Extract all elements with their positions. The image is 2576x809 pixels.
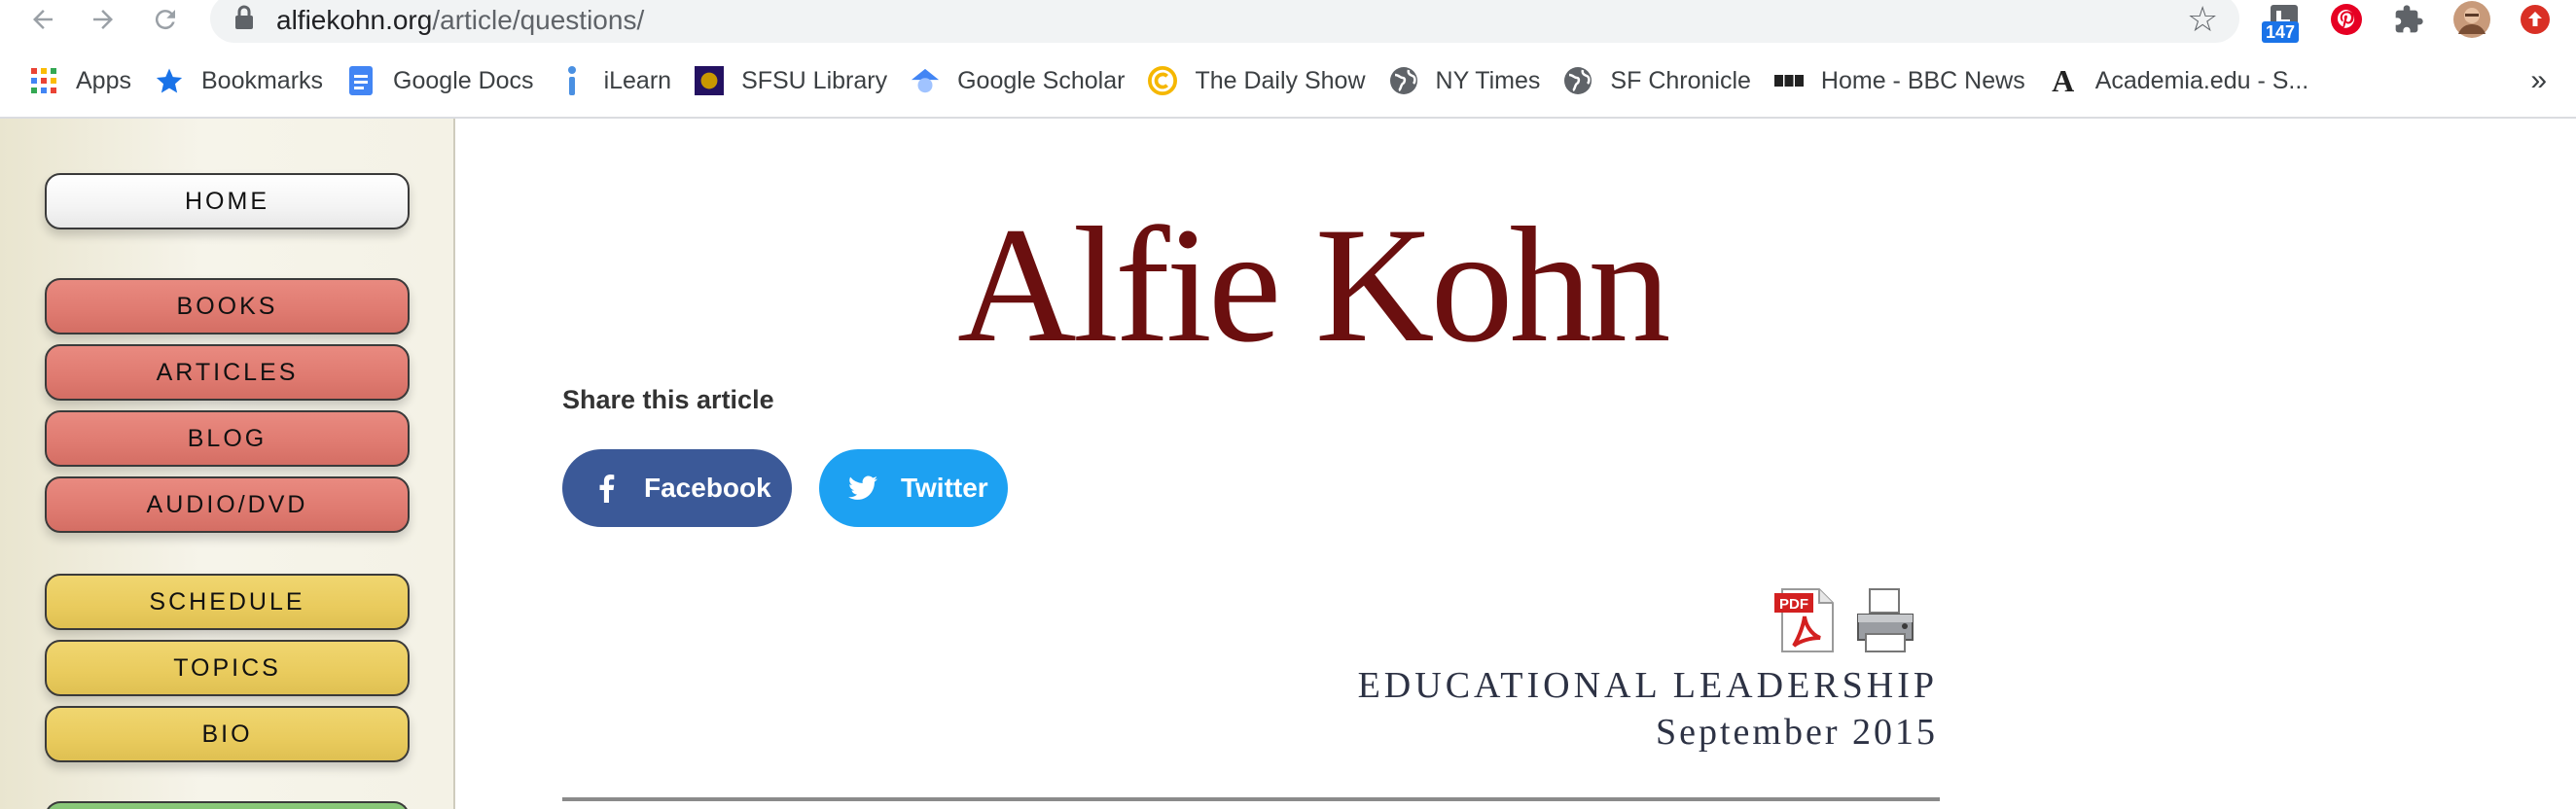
facebook-share-button[interactable]: Facebook (562, 449, 792, 527)
bookmark-label: Home - BBC News (1820, 66, 2025, 94)
nav-articles-button[interactable]: ARTICLES (45, 344, 410, 401)
bookmark-label: The Daily Show (1195, 66, 1366, 94)
more-bookmarks-chevron-icon[interactable]: » (2530, 56, 2547, 105)
bookmark-apps[interactable]: Apps (0, 56, 143, 105)
url-text[interactable]: alfiekohn.org/article/questions/ (276, 4, 644, 37)
pdf-download-icon[interactable]: PDF (1772, 585, 1841, 655)
twitter-share-label: Twitter (901, 473, 988, 503)
nav-audio-dvd-button[interactable]: AUDIO/DVD (45, 476, 410, 533)
globe-icon (1389, 66, 1418, 95)
twitter-bird-icon (846, 472, 879, 505)
nav-schedule-button[interactable]: SCHEDULE (45, 574, 410, 630)
publication-name: EDUCATIONAL LEADERSHIP (1357, 665, 1938, 706)
nav-home-button[interactable]: HOME (45, 173, 410, 229)
pinterest-icon[interactable] (2327, 0, 2366, 39)
bookmark-label: Academia.edu - S... (2094, 66, 2309, 94)
reload-icon[interactable] (146, 0, 185, 39)
bbc-icon (1773, 66, 1804, 95)
google-docs-icon (346, 66, 376, 95)
bookmark-ny-times[interactable]: NY Times (1377, 56, 1553, 105)
site-sidebar: HOME BOOKS ARTICLES BLOG AUDIO/DVD SCHED… (0, 119, 455, 809)
puzzle-extensions-icon[interactable] (2389, 0, 2428, 39)
bookmark-academia[interactable]: A Academia.edu - S... (2037, 56, 2321, 105)
bookmark-label: Apps (76, 66, 131, 94)
publication-date: September 2015 (1655, 712, 1938, 753)
facebook-share-label: Facebook (644, 473, 771, 503)
bookmark-google-scholar[interactable]: Google Scholar (899, 56, 1136, 105)
bookmark-daily-show[interactable]: The Daily Show (1136, 56, 1377, 105)
info-i-icon (557, 66, 587, 95)
bookmark-sf-chronicle[interactable]: SF Chronicle (1552, 56, 1763, 105)
lock-icon (233, 4, 255, 31)
bookmark-ilearn[interactable]: iLearn (546, 56, 684, 105)
bookmark-label: Google Docs (393, 66, 534, 94)
bookmark-bookmarks[interactable]: Bookmarks (143, 56, 335, 105)
bookmark-label: NY Times (1435, 66, 1541, 94)
extension-badge: 147 (2262, 21, 2300, 43)
bookmark-bbc-news[interactable]: Home - BBC News (1763, 56, 2037, 105)
bookmark-star-icon[interactable]: ☆ (2187, 0, 2218, 39)
bookmark-sfsu-library[interactable]: SFSU Library (683, 56, 899, 105)
nav-bio-button[interactable]: BIO (45, 706, 410, 762)
nav-topics-button[interactable]: TOPICS (45, 640, 410, 696)
nav-next-button[interactable] (45, 801, 410, 809)
bookmark-label: iLearn (603, 66, 672, 94)
share-heading: Share this article (562, 385, 774, 414)
back-arrow-icon[interactable] (23, 0, 62, 39)
pdf-label: PDF (1779, 596, 1808, 613)
academia-icon: A (2052, 62, 2075, 98)
content-divider (562, 797, 1940, 801)
bookmark-google-docs[interactable]: Google Docs (335, 56, 546, 105)
bookmark-label: SFSU Library (741, 66, 888, 94)
nav-books-button[interactable]: BOOKS (45, 278, 410, 334)
bookmark-label: Bookmarks (200, 66, 324, 94)
google-scholar-icon (911, 66, 940, 95)
apps-grid-icon (29, 66, 58, 95)
bookmark-label: SF Chronicle (1610, 66, 1751, 94)
update-arrow-icon[interactable] (2516, 0, 2555, 39)
sfsu-library-icon (695, 66, 725, 95)
forward-arrow-icon[interactable] (84, 0, 123, 39)
url-path: /article/questions/ (432, 5, 645, 35)
printer-icon[interactable] (1854, 587, 1916, 653)
facebook-icon (590, 472, 623, 505)
nav-blog-button[interactable]: BLOG (45, 410, 410, 467)
twitter-share-button[interactable]: Twitter (819, 449, 1008, 527)
bookmarks-bar: Apps Bookmarks Google Docs iLearn SFSU L… (0, 56, 2576, 105)
profile-avatar[interactable] (2451, 0, 2492, 39)
bookmark-label: Google Scholar (957, 66, 1126, 94)
globe-icon (1563, 66, 1592, 95)
site-title[interactable]: Alfie Kohn (564, 202, 2023, 368)
browser-toolbar: alfiekohn.org/article/questions/ ☆ 147 (0, 0, 2576, 43)
url-domain: alfiekohn.org (276, 5, 433, 35)
bookmark-star-icon (155, 66, 184, 95)
daily-show-icon (1148, 66, 1178, 95)
